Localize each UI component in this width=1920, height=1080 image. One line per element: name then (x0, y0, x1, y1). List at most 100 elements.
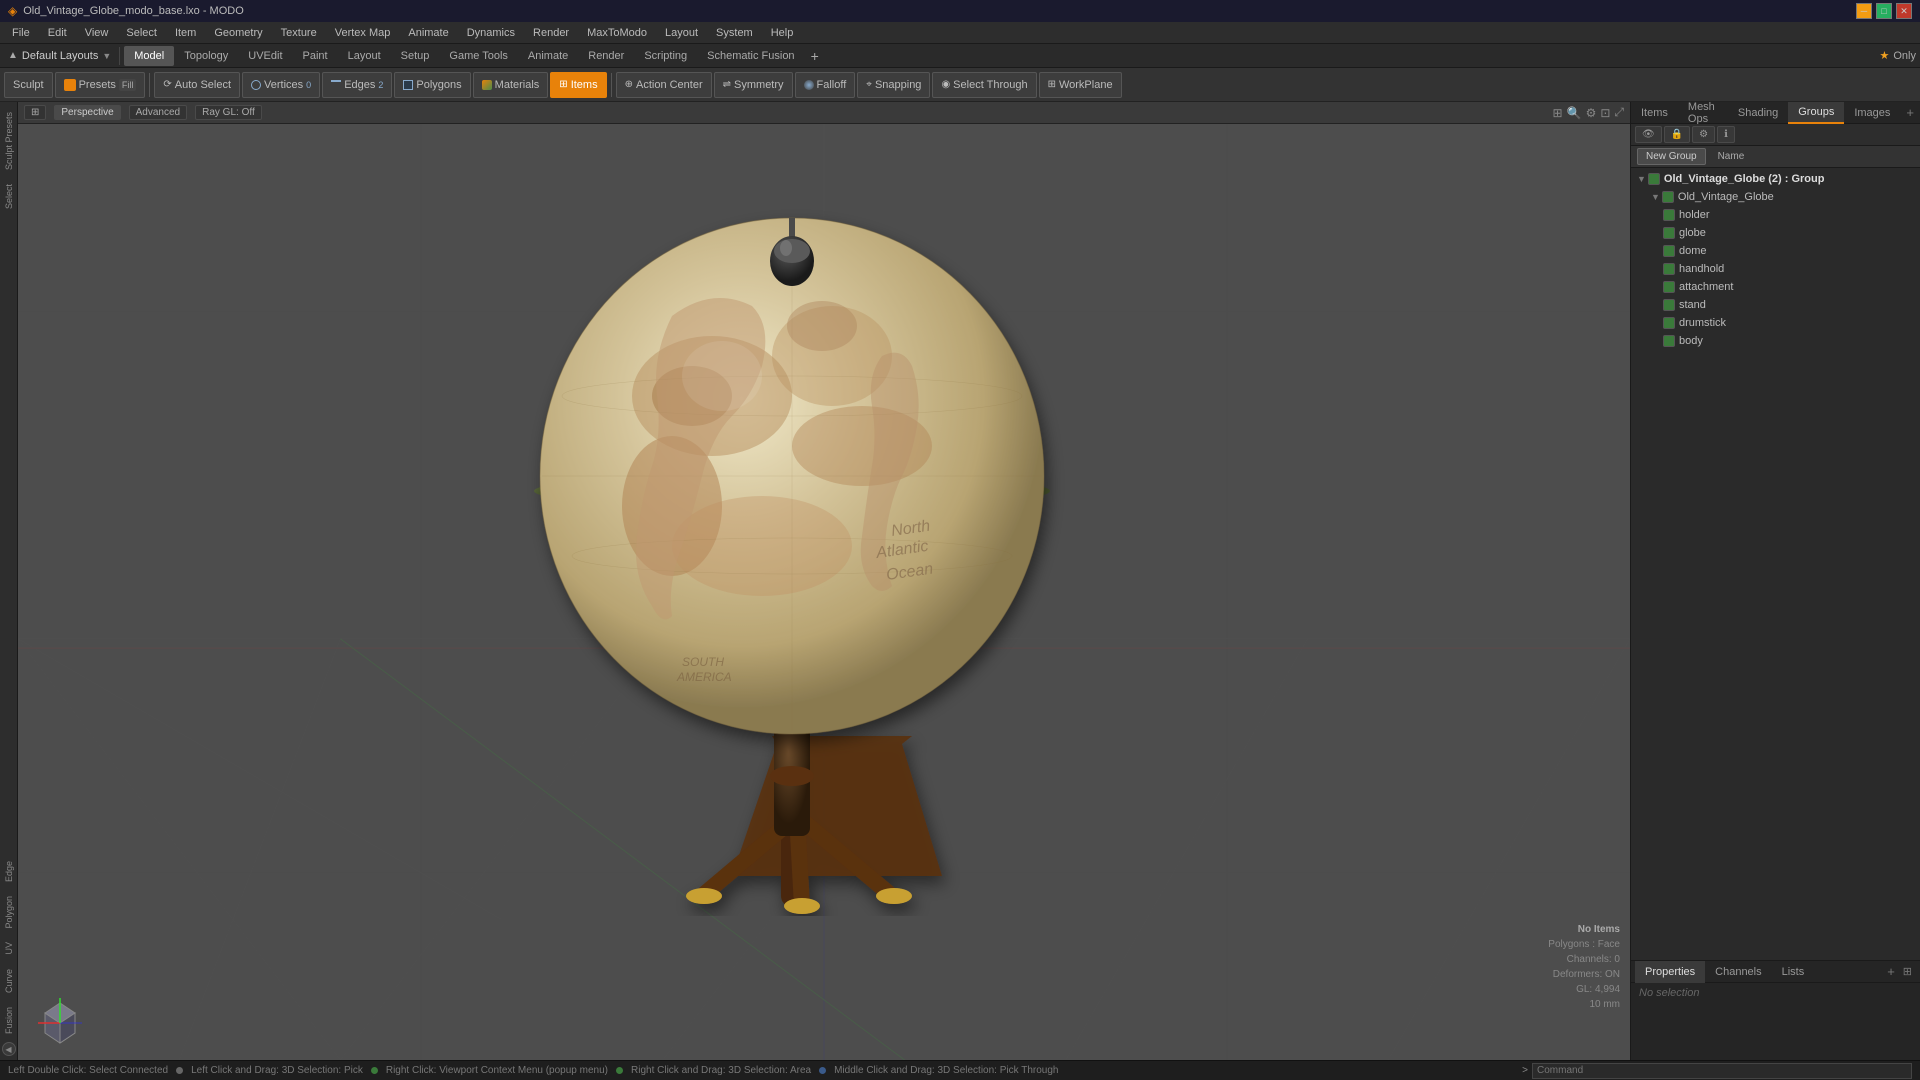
polygons-button[interactable]: Polygons (394, 72, 470, 98)
menu-layout[interactable]: Layout (657, 25, 706, 41)
vp-icon-camera[interactable]: ⊞ (1553, 106, 1563, 120)
scene-item-globe[interactable]: globe (1631, 224, 1920, 242)
vp-icon-settings[interactable]: ⚙ (1586, 106, 1597, 120)
menu-edit[interactable]: Edit (40, 25, 75, 41)
rt-lock-button[interactable]: 🔒 (1664, 126, 1690, 143)
tab-animate[interactable]: Animate (518, 46, 578, 66)
tab-gametools[interactable]: Game Tools (439, 46, 518, 66)
expand-vp-button[interactable]: ⊞ (24, 105, 46, 120)
item-eye-handhold[interactable] (1663, 263, 1675, 275)
menu-render[interactable]: Render (525, 25, 577, 41)
scene-item-holder[interactable]: holder (1631, 206, 1920, 224)
symmetry-button[interactable]: ⇌ Symmetry (714, 72, 793, 98)
menu-animate[interactable]: Animate (400, 25, 456, 41)
edges-button[interactable]: Edges 2 (322, 72, 392, 98)
viewport-canvas[interactable]: North Atlantic Ocean SOUTH AMERICA (18, 124, 1630, 1060)
rt-eye-button[interactable]: 👁 (1635, 126, 1662, 143)
items-button[interactable]: ⊞ Items (550, 72, 606, 98)
bp-tab-properties[interactable]: Properties (1635, 961, 1705, 983)
menu-file[interactable]: File (4, 25, 38, 41)
workplane-button[interactable]: ⊞ WorkPlane (1039, 72, 1122, 98)
minimize-button[interactable]: ─ (1856, 3, 1872, 19)
sidebar-uv[interactable]: UV (2, 936, 16, 961)
sidebar-fusion[interactable]: Fusion (2, 1001, 16, 1040)
menu-texture[interactable]: Texture (273, 25, 325, 41)
snapping-button[interactable]: ⌖ Snapping (857, 72, 930, 98)
root-eye-toggle[interactable] (1648, 173, 1660, 185)
menu-select[interactable]: Select (118, 25, 165, 41)
scene-item-stand[interactable]: stand (1631, 296, 1920, 314)
bp-add-tab[interactable]: + (1883, 964, 1899, 979)
rp-tab-groups[interactable]: Groups (1788, 102, 1844, 124)
close-button[interactable]: ✕ (1896, 3, 1912, 19)
scene-item-dome[interactable]: dome (1631, 242, 1920, 260)
perspective-button[interactable]: Perspective (54, 105, 120, 120)
advanced-button[interactable]: Advanced (129, 105, 187, 120)
star-only-toggle[interactable]: ★ Only (1880, 49, 1917, 62)
scene-root-group[interactable]: ▼ Old_Vintage_Globe (2) : Group (1631, 170, 1920, 188)
vp-icon-snap[interactable]: ⊡ (1600, 106, 1610, 120)
item-eye-stand[interactable] (1663, 299, 1675, 311)
item-eye-holder[interactable] (1663, 209, 1675, 221)
bp-expand-button[interactable]: ⊞ (1899, 965, 1916, 978)
menu-maxtomodo[interactable]: MaxToModo (579, 25, 655, 41)
menu-system[interactable]: System (708, 25, 761, 41)
menu-dynamics[interactable]: Dynamics (459, 25, 523, 41)
tab-model[interactable]: Model (124, 46, 174, 66)
bp-tab-channels[interactable]: Channels (1705, 961, 1771, 983)
item-eye-dome[interactable] (1663, 245, 1675, 257)
sidebar-curve[interactable]: Curve (2, 963, 16, 999)
rt-info-button[interactable]: ℹ (1717, 126, 1735, 143)
menu-help[interactable]: Help (763, 25, 802, 41)
sidebar-polygon[interactable]: Polygon (2, 890, 16, 935)
scene-item-handhold[interactable]: handhold (1631, 260, 1920, 278)
sidebar-select[interactable]: Select (2, 178, 16, 215)
nav-cube[interactable] (30, 988, 90, 1048)
tab-scripting[interactable]: Scripting (634, 46, 697, 66)
menu-item[interactable]: Item (167, 25, 204, 41)
presets-button[interactable]: Presets Fill (55, 72, 146, 98)
menu-view[interactable]: View (77, 25, 117, 41)
tab-render[interactable]: Render (578, 46, 634, 66)
tab-uvedit[interactable]: UVEdit (238, 46, 292, 66)
new-group-button[interactable]: New Group (1637, 148, 1706, 165)
maximize-button[interactable]: □ (1876, 3, 1892, 19)
add-tab-button[interactable]: + (805, 48, 825, 64)
scene-item-body[interactable]: body (1631, 332, 1920, 350)
command-input[interactable] (1532, 1063, 1912, 1079)
menu-geometry[interactable]: Geometry (206, 25, 270, 41)
item-eye-body[interactable] (1663, 335, 1675, 347)
tab-setup[interactable]: Setup (391, 46, 440, 66)
rp-tab-meshops[interactable]: Mesh Ops (1678, 102, 1728, 124)
scene-item-oldvintagglobe[interactable]: ▼ Old_Vintage_Globe (1631, 188, 1920, 206)
tab-topology[interactable]: Topology (174, 46, 238, 66)
materials-button[interactable]: Materials (473, 72, 549, 98)
rp-tab-images[interactable]: Images (1844, 102, 1900, 124)
item-eye-drumstick[interactable] (1663, 317, 1675, 329)
sculpt-button[interactable]: Sculpt (4, 72, 53, 98)
item-eye-vintagglobe[interactable] (1662, 191, 1674, 203)
autoselect-button[interactable]: ⟳ Auto Select (154, 72, 240, 98)
selectthrough-button[interactable]: ◉ Select Through (932, 72, 1036, 98)
tab-layout[interactable]: Layout (338, 46, 391, 66)
tab-paint[interactable]: Paint (293, 46, 338, 66)
rp-tab-shading[interactable]: Shading (1728, 102, 1788, 124)
item-eye-globe[interactable] (1663, 227, 1675, 239)
menu-vertexmap[interactable]: Vertex Map (327, 25, 399, 41)
rp-add-tab[interactable]: + (1900, 105, 1920, 120)
bp-tab-lists[interactable]: Lists (1772, 961, 1815, 983)
rp-tab-items[interactable]: Items (1631, 102, 1678, 124)
vp-icon-expand[interactable]: ⤢ (1614, 105, 1624, 120)
rt-gear-button[interactable]: ⚙ (1692, 126, 1715, 143)
sidebar-expand-button[interactable]: ◀ (2, 1042, 16, 1056)
falloff-button[interactable]: Falloff (795, 72, 856, 98)
action-center-button[interactable]: ⊕ Action Center (616, 72, 712, 98)
tab-schematic[interactable]: Schematic Fusion (697, 46, 804, 66)
layout-selector[interactable]: ▲ Default Layouts ▼ (4, 50, 115, 62)
sidebar-edge[interactable]: Edge (2, 855, 16, 888)
sidebar-sculpt-presets[interactable]: Sculpt Presets (2, 106, 16, 176)
vp-icon-zoom[interactable]: 🔍 (1567, 106, 1582, 120)
vertices-button[interactable]: Vertices 0 (242, 72, 320, 98)
scene-item-attachment[interactable]: attachment (1631, 278, 1920, 296)
raygl-button[interactable]: Ray GL: Off (195, 105, 262, 120)
